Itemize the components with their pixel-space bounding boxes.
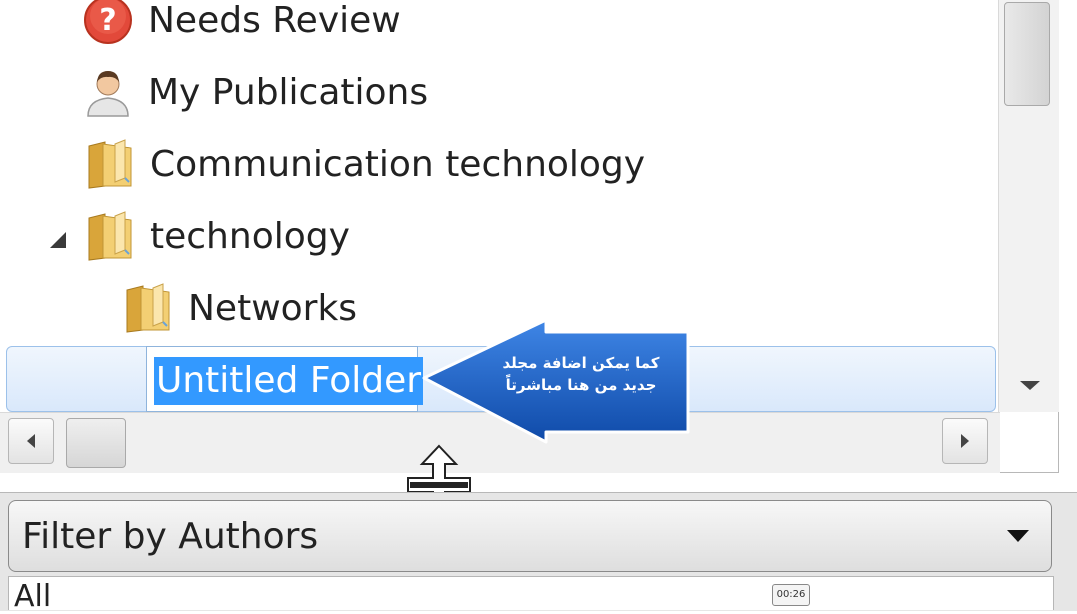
tree-item-label: Needs Review [148,0,401,41]
collapse-triangle-icon[interactable] [46,228,68,250]
callout-line-1: كما يمكن اضافة مجلد [502,354,660,372]
folder-icon [82,136,138,192]
scroll-down-arrow-icon[interactable] [1018,378,1042,394]
folder-icon [120,280,176,336]
tree-item-label: My Publications [148,71,429,113]
tree-item-my-publications[interactable]: My Publications [80,62,428,122]
tree-item-technology[interactable]: technology [82,206,350,266]
scroll-left-button[interactable] [8,418,54,464]
tree-item-networks[interactable]: Networks [120,278,357,338]
person-icon [80,64,136,120]
horizontal-scrollbar-thumb[interactable] [66,418,126,468]
video-timestamp: 00:26 [772,584,810,606]
vertical-scrollbar-thumb[interactable] [1004,2,1050,106]
filter-dropdown-label: Filter by Authors [22,516,319,557]
authors-list[interactable] [8,576,1054,610]
folder-rename-text[interactable]: Untitled Folder [154,357,424,405]
scroll-right-button[interactable] [942,418,988,464]
question-circle-icon: ? [80,0,136,48]
svg-text:?: ? [99,3,116,38]
chevron-left-icon [27,434,35,448]
chevron-right-icon [961,434,969,448]
tree-item-needs-review[interactable]: ? Needs Review [80,0,401,50]
folder-icon [82,208,138,264]
tree-item-communication-technology[interactable]: Communication technology [82,134,645,194]
tree-item-label: Communication technology [150,143,646,185]
tree-item-label: Networks [188,287,358,329]
authors-list-item-all[interactable]: All [14,582,51,612]
tree-item-label: technology [150,215,350,257]
annotation-callout-text: كما يمكن اضافة مجلد جديد من هنا مباشرتاً [486,352,676,396]
chevron-down-icon[interactable] [1004,526,1032,546]
callout-line-2: جديد من هنا مباشرتاً [505,376,657,394]
